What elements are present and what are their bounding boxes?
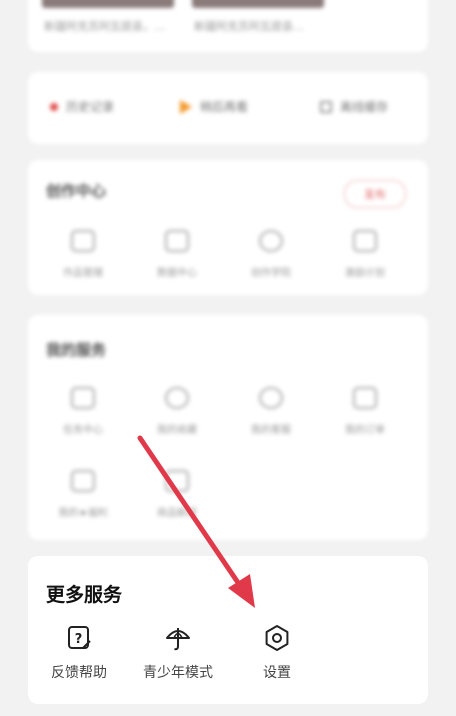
creator-item[interactable]: 作品管理: [38, 230, 128, 279]
thumbnail-caption: 新疆阿克苏阿瓦提县…: [194, 20, 304, 33]
data-icon: [165, 230, 189, 252]
service-label: 青少年模式: [143, 665, 213, 681]
thumbnail-caption: 新疆阿克苏阿瓦提县，…: [44, 20, 165, 33]
my-services-card: 我的服务 任务中心 我的收藏 我的客服 我的订单 我的★福利 商品橱窗: [28, 315, 428, 540]
section-title: 创作中心: [46, 182, 107, 200]
feedback-help-icon: ?: [68, 626, 91, 649]
creator-item-label: 数据中心: [157, 268, 197, 279]
video-thumbnail[interactable]: [192, 0, 324, 8]
shop-window-icon: [165, 470, 189, 492]
offline-icon: [320, 100, 332, 113]
svg-text:?: ?: [75, 632, 83, 647]
record-dot-icon: [50, 102, 58, 111]
creator-item-label: 作品管理: [63, 268, 103, 279]
video-thumbnail[interactable]: [42, 0, 174, 8]
task-icon: [71, 387, 95, 409]
service-item[interactable]: 我的订单: [320, 387, 410, 436]
settings-hexagon-icon: [265, 625, 289, 651]
service-item-label: 商品橱窗: [157, 508, 197, 519]
umbrella-icon: [166, 628, 190, 651]
service-item-label: 任务中心: [63, 425, 103, 436]
offline-shortcut[interactable]: 离线缓存: [320, 98, 388, 115]
watch-later-shortcut[interactable]: 稍后再看: [180, 98, 248, 115]
service-item-label: 我的收藏: [157, 425, 197, 436]
gift-icon: [71, 470, 95, 492]
shortcuts-card: 历史记录 稍后再看 离线缓存: [28, 72, 428, 144]
publish-button[interactable]: 发布: [344, 180, 406, 208]
incentive-icon: [353, 230, 377, 252]
creator-item-label: 激励计划: [345, 268, 385, 279]
academy-icon: [259, 230, 283, 252]
service-label: 反馈帮助: [51, 665, 107, 681]
shortcut-label: 离线缓存: [340, 100, 389, 114]
teen-mode-button[interactable]: 青少年模式: [133, 624, 223, 682]
service-item[interactable]: 商品橱窗: [132, 470, 222, 519]
settings-button[interactable]: 设置: [232, 624, 322, 682]
more-services-title: 更多服务: [46, 584, 123, 606]
service-item-label: 我的客服: [251, 425, 291, 436]
section-title: 我的服务: [46, 341, 107, 359]
shortcut-label: 历史记录: [66, 100, 115, 114]
service-item[interactable]: 我的收藏: [132, 387, 222, 436]
more-services-card: 更多服务 ? 反馈帮助 青少年模式 设置: [28, 556, 428, 704]
creator-item[interactable]: 激励计划: [320, 230, 410, 279]
service-item[interactable]: 我的客服: [226, 387, 316, 436]
service-label: 设置: [263, 665, 291, 681]
creator-item-label: 创作学院: [251, 268, 291, 279]
service-item-label: 我的★福利: [58, 508, 108, 519]
search-icon: [165, 387, 189, 409]
creator-item[interactable]: 创作学院: [226, 230, 316, 279]
history-shortcut[interactable]: 历史记录: [50, 98, 114, 115]
play-later-icon: [180, 99, 192, 114]
bag-icon: [353, 387, 377, 409]
shortcut-label: 稍后再看: [200, 100, 249, 114]
creator-center-card: 创作中心 发布 作品管理 数据中心 创作学院 激励计划: [28, 160, 428, 295]
service-item[interactable]: 任务中心: [38, 387, 128, 436]
customer-service-icon: [259, 387, 283, 409]
service-item[interactable]: 我的★福利: [38, 470, 128, 519]
creator-item[interactable]: 数据中心: [132, 230, 222, 279]
feedback-help-button[interactable]: ? 反馈帮助: [34, 624, 124, 682]
video-thumbnails-card: 新疆阿克苏阿瓦提县，… 新疆阿克苏阿瓦提县…: [28, 0, 428, 52]
service-item-label: 我的订单: [345, 425, 385, 436]
works-icon: [71, 230, 95, 252]
